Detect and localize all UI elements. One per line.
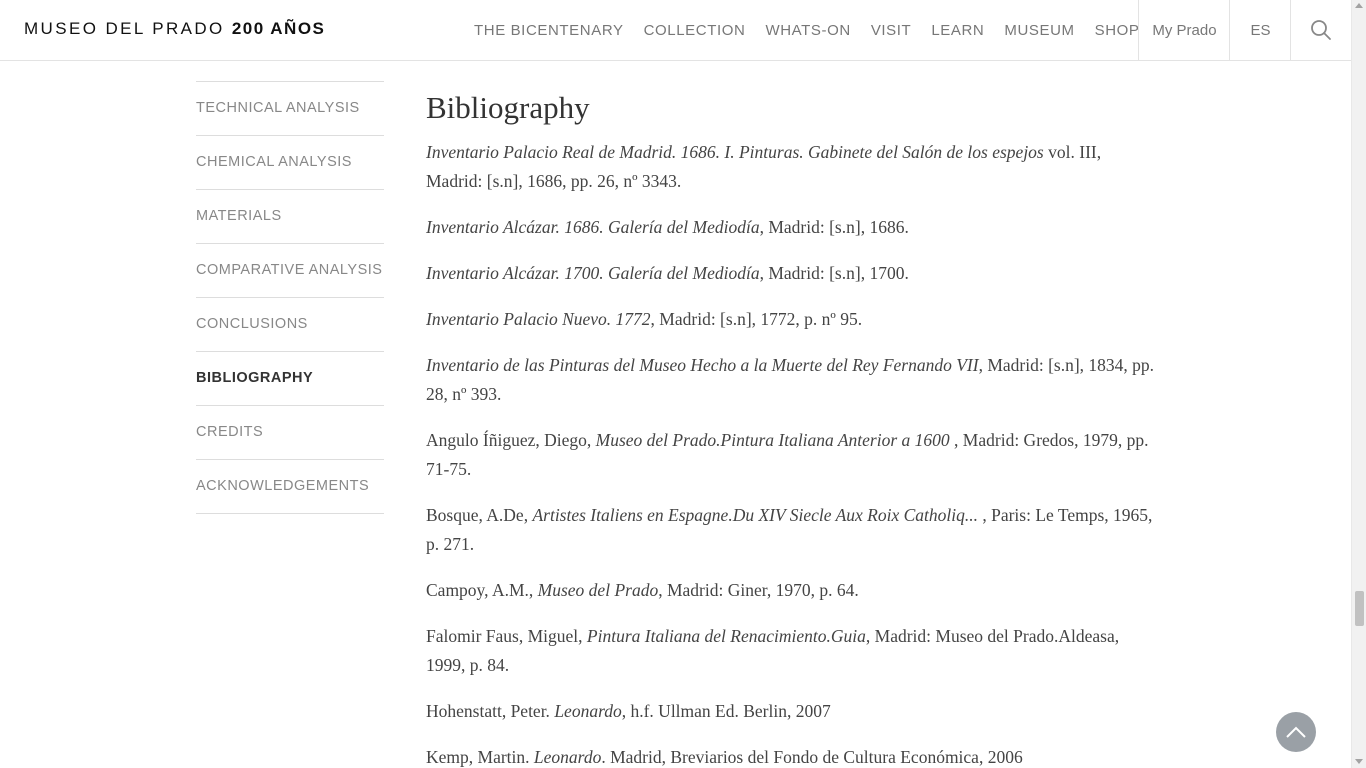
sidebar-item-comparative-analysis[interactable]: COMPARATIVE ANALYSIS [196, 244, 384, 298]
bibliography-entry: Inventario Alcázar. 1686. Galería del Me… [426, 213, 1161, 242]
page-scrollbar[interactable] [1351, 0, 1366, 768]
sidebar-item-credits[interactable]: CREDITS [196, 406, 384, 460]
sidebar-item-technical-analysis[interactable]: TECHNICAL ANALYSIS [196, 82, 384, 136]
entry-author: Falomir Faus, Miguel, [426, 626, 587, 646]
language-switch[interactable]: ES [1229, 0, 1291, 60]
back-to-top-button[interactable] [1276, 712, 1316, 752]
entry-author: Campoy, A.M., [426, 580, 538, 600]
page-title: Bibliography [426, 90, 590, 125]
nav-visit[interactable]: VISIT [861, 22, 922, 39]
bibliography-list: Inventario Palacio Real de Madrid. 1686.… [426, 138, 1161, 768]
nav-collection[interactable]: COLLECTION [634, 22, 756, 39]
bibliography-entry: Inventario Alcázar. 1700. Galería del Me… [426, 259, 1161, 288]
nav-bicentenary[interactable]: THE BICENTENARY [464, 22, 634, 39]
entry-details: , Madrid: [s.n], 1700. [759, 263, 909, 283]
entry-author: Bosque, A.De, [426, 505, 533, 525]
nav-whats-on[interactable]: WHATS-ON [755, 22, 860, 39]
site-header: MUSEO DEL PRADO 200 AÑOS THE BICENTENARY… [0, 0, 1351, 61]
entry-title: Leonardo [554, 701, 622, 721]
bibliography-entry: Falomir Faus, Miguel, Pintura Italiana d… [426, 622, 1161, 680]
bibliography-entry: Inventario Palacio Real de Madrid. 1686.… [426, 138, 1161, 196]
bibliography-entry: Hohenstatt, Peter. Leonardo, h.f. Ullman… [426, 697, 1161, 726]
main-nav: THE BICENTENARY COLLECTION WHATS-ON VISI… [464, 0, 1150, 60]
entry-details: , Madrid: [s.n], 1772, p. nº 95. [650, 309, 863, 329]
entry-details: , Madrid: [s.n], 1686. [759, 217, 909, 237]
entry-title: Inventario Palacio Nuevo. 1772 [426, 309, 651, 329]
entry-author: Angulo Íñiguez, Diego, [426, 430, 596, 450]
bibliography-entry: Inventario Palacio Nuevo. 1772, Madrid: … [426, 305, 1161, 334]
sidebar-item-bibliography[interactable]: BIBLIOGRAPHY [196, 352, 384, 406]
logo-text: MUSEO DEL PRADO [24, 19, 225, 38]
entry-details: , Madrid: Giner, 1970, p. 64. [658, 580, 859, 600]
sidebar-item-conclusions[interactable]: CONCLUSIONS [196, 298, 384, 352]
entry-details: , h.f. Ullman Ed. Berlin, 2007 [621, 701, 831, 721]
entry-title: Museo del Prado [537, 580, 659, 600]
scroll-thumb[interactable] [1355, 591, 1364, 626]
logo-bold: 200 AÑOS [231, 19, 326, 38]
search-icon [1311, 20, 1331, 40]
bibliography-section: Bibliography Inventario Palacio Real de … [426, 88, 1161, 768]
entry-title: Pintura Italiana del Renacimiento.Guia [586, 626, 866, 646]
sidebar-item-materials[interactable]: MATERIALS [196, 190, 384, 244]
entry-title: Inventario Alcázar. 1700. Galería del Me… [426, 263, 760, 283]
bibliography-entry: Angulo Íñiguez, Diego, Museo del Prado.P… [426, 426, 1161, 484]
my-prado-link[interactable]: My Prado [1138, 0, 1230, 60]
sidebar-item-chemical-analysis[interactable]: CHEMICAL ANALYSIS [196, 136, 384, 190]
bibliography-entry: Kemp, Martin. Leonardo. Madrid, Breviari… [426, 743, 1161, 768]
bibliography-entry: Inventario de las Pinturas del Museo Hec… [426, 351, 1161, 409]
site-logo[interactable]: MUSEO DEL PRADO 200 AÑOS [24, 19, 325, 39]
scroll-up-arrow-icon[interactable] [1355, 3, 1363, 8]
entry-author: Kemp, Martin. [426, 747, 534, 767]
entry-title: Leonardo [533, 747, 602, 767]
bibliography-entry: Bosque, A.De, Artistes Italiens en Espag… [426, 501, 1161, 559]
entry-title: Inventario Palacio Real de Madrid. 1686.… [426, 142, 1044, 162]
entry-details: . Madrid, Breviarios del Fondo de Cultur… [601, 747, 1023, 767]
section-sidebar: TECHNICAL ANALYSIS CHEMICAL ANALYSIS MAT… [196, 81, 384, 514]
chevron-up-icon [1286, 726, 1306, 738]
bibliography-entry: Campoy, A.M., Museo del Prado, Madrid: G… [426, 576, 1161, 605]
nav-learn[interactable]: LEARN [921, 22, 994, 39]
entry-title: Artistes Italiens en Espagne.Du XIV Siec… [532, 505, 978, 525]
entry-title: Museo del Prado.Pintura Italiana Anterio… [595, 430, 950, 450]
scroll-down-arrow-icon[interactable] [1355, 759, 1363, 764]
nav-museum[interactable]: MUSEUM [994, 22, 1084, 39]
entry-title: Inventario Alcázar. 1686. Galería del Me… [426, 217, 760, 237]
entry-author: Hohenstatt, Peter. [426, 701, 555, 721]
sidebar-item-acknowledgements[interactable]: ACKNOWLEDGEMENTS [196, 460, 384, 514]
search-button[interactable] [1290, 0, 1351, 60]
entry-title: Inventario de las Pinturas del Museo Hec… [426, 355, 979, 375]
